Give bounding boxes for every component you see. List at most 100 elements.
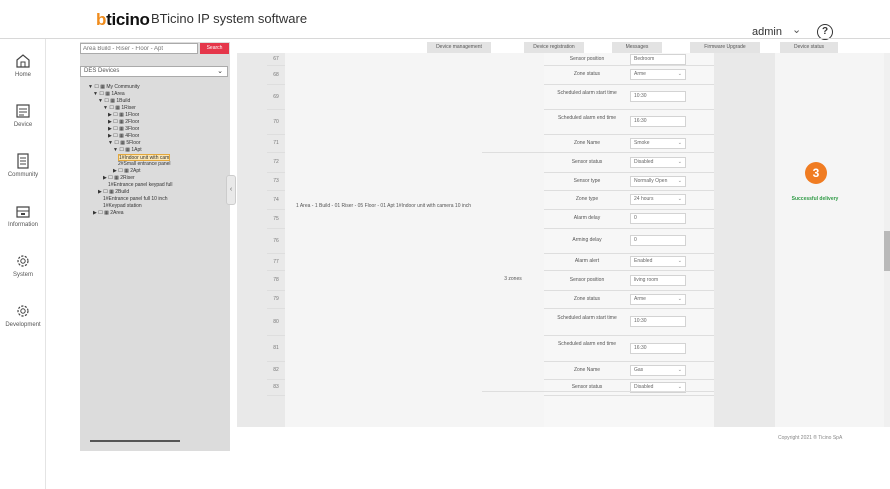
device-type-select-value: DES Devices xyxy=(84,68,120,74)
bticino-logo: bticino xyxy=(96,10,150,29)
device-management-label: Device management xyxy=(436,44,482,50)
row-number: 79 xyxy=(273,296,279,302)
information-icon xyxy=(16,206,30,218)
param-select[interactable]: Smoke ⌄ xyxy=(630,137,686,149)
nav-device-label: Device xyxy=(13,122,33,128)
row-divider xyxy=(267,84,285,85)
row-divider xyxy=(267,253,285,254)
tree-node[interactable]: 1#Entrance panel full 10 inch xyxy=(103,196,168,202)
search-button[interactable]: Search xyxy=(200,43,229,54)
tree-node[interactable]: ▶ ☐ ▦ 2Floor xyxy=(108,119,139,125)
tree-node[interactable]: ▼ ☐ ▦ My Community xyxy=(88,84,140,90)
row-divider xyxy=(544,134,714,135)
param-input[interactable]: 0 xyxy=(630,235,686,246)
param-input[interactable]: 10:30 xyxy=(630,316,686,327)
tree-node[interactable]: 1#Keypad station xyxy=(103,203,142,209)
device-status-label: Device status xyxy=(793,44,824,50)
param-value: 0 xyxy=(634,215,637,221)
row-divider xyxy=(267,172,285,173)
tree-node-selected[interactable]: 1#Indoor unit with cam xyxy=(118,154,171,161)
param-select[interactable]: Enabled ⌄ xyxy=(630,256,686,267)
device-registration-button[interactable]: Device registration xyxy=(524,42,584,53)
param-value: Enabled xyxy=(634,258,653,264)
param-label: Sensor position xyxy=(569,55,605,62)
param-input[interactable]: 10:30 xyxy=(630,91,686,102)
tree-node[interactable]: ▼ ☐ ▦ 1Riser xyxy=(103,105,136,111)
param-value: 0 xyxy=(634,237,637,243)
tree-node[interactable]: ▶ ☐ ▦ 2Area xyxy=(93,210,124,216)
tree-horizontal-scrollbar[interactable] xyxy=(90,440,180,442)
row-divider xyxy=(544,172,714,173)
device-management-button[interactable]: Device management xyxy=(427,42,491,53)
param-label: Zone status xyxy=(573,295,601,302)
nav-system-label: System xyxy=(12,272,33,278)
param-input[interactable]: living room xyxy=(630,274,686,286)
param-label: Scheduled alarm start time xyxy=(557,314,617,321)
tree-node[interactable]: ▼ ☐ ▦ 1Apt xyxy=(113,147,142,153)
device-type-select[interactable]: DES Devices ⌄ xyxy=(80,66,228,77)
vertical-scrollbar[interactable] xyxy=(884,53,890,427)
nav-community[interactable]: Community xyxy=(0,153,46,203)
tree-node[interactable]: ▼ ☐ ▦ 1Area xyxy=(93,91,125,97)
chevron-down-icon: ⌄ xyxy=(677,139,682,146)
firmware-upgrade-button[interactable]: Firmware Upgrade xyxy=(690,42,760,53)
row-divider xyxy=(267,228,285,229)
messages-button[interactable]: Messages xyxy=(612,42,662,53)
param-value: 16:30 xyxy=(634,118,647,124)
param-select[interactable]: Gas ⌄ xyxy=(630,364,686,376)
param-select[interactable]: Normally Open ⌄ xyxy=(630,175,686,187)
messages-label: Messages xyxy=(625,44,649,50)
nav-system[interactable]: System xyxy=(0,253,46,303)
tree-node[interactable]: 2#Small entrance panel xyxy=(118,161,171,167)
row-number: 68 xyxy=(273,71,279,78)
param-value: Disabled xyxy=(634,158,654,165)
parameter-table: 67 68 69 70 71 72 73 74 75 76 77 78 79 80 81 82 83 1 Are… xyxy=(237,53,885,427)
row-divider xyxy=(544,379,714,380)
nav-home-label: Home xyxy=(14,72,31,78)
row-number: 80 xyxy=(273,318,279,325)
row-divider xyxy=(267,335,285,336)
param-input[interactable]: 16:30 xyxy=(630,116,686,127)
nav-device[interactable]: Device xyxy=(0,103,46,153)
delivery-status-column xyxy=(775,53,885,427)
row-number: 71 xyxy=(273,140,279,146)
nav-home[interactable]: Home xyxy=(0,53,46,103)
tree-node[interactable]: ▶ ☐ ▦ 2Riser xyxy=(103,175,135,181)
user-menu[interactable]: admin xyxy=(752,26,782,38)
param-select[interactable]: Arme ⌄ xyxy=(630,293,686,305)
tree-node[interactable]: ▼ ☐ ▦ 5Floor xyxy=(108,140,141,146)
tree-node[interactable]: 1#Entrance panel keypad full xyxy=(108,182,173,188)
param-input[interactable]: 16:30 xyxy=(630,342,686,354)
param-value: Disabled xyxy=(634,383,654,390)
vertical-scrollbar-thumb[interactable] xyxy=(884,231,890,271)
toolbar: Device management Device registration Me… xyxy=(237,42,887,53)
tree-node[interactable]: ▶ ☐ ▦ 2Apt xyxy=(113,168,141,174)
row-number: 78 xyxy=(273,277,279,283)
collapse-panel-handle[interactable]: ‹ xyxy=(226,175,236,205)
step-badge: 3 xyxy=(805,162,827,184)
param-input[interactable]: 0 xyxy=(630,213,686,224)
row-divider xyxy=(267,152,285,153)
device-status-button[interactable]: Device status xyxy=(780,42,838,53)
tree-node[interactable]: ▶ ☐ ▦ 1Floor xyxy=(108,112,139,118)
nav-development[interactable]: Development xyxy=(0,303,46,353)
nav-community-label: Community xyxy=(7,172,39,178)
tree-node[interactable]: ▶ ☐ ▦ 4Floor xyxy=(108,133,139,139)
chevron-down-icon: ⌄ xyxy=(217,68,223,75)
param-value: 10:30 xyxy=(634,93,647,99)
row-divider xyxy=(544,209,714,210)
chevron-down-icon[interactable]: ⌄ xyxy=(792,23,801,36)
row-number: 67 xyxy=(273,56,279,62)
param-select[interactable]: Disabled ⌄ xyxy=(630,156,686,168)
tree-node[interactable]: ▶ ☐ ▦ 3Floor xyxy=(108,126,139,132)
row-divider xyxy=(267,361,285,362)
tree-node[interactable]: ▶ ☐ ▦ 2Build xyxy=(98,189,129,195)
nav-information-label: Information xyxy=(7,222,38,228)
nav-information[interactable]: Information xyxy=(0,203,46,253)
param-select[interactable]: 24 hours ⌄ xyxy=(630,194,686,205)
tree-node[interactable]: ▼ ☐ ▦ 1Build xyxy=(98,98,130,104)
param-value: 16:30 xyxy=(634,344,647,351)
param-input[interactable]: Bedroom xyxy=(630,53,686,65)
param-select[interactable]: Arme ⌄ xyxy=(630,69,686,80)
tree-search-input[interactable] xyxy=(80,43,198,54)
